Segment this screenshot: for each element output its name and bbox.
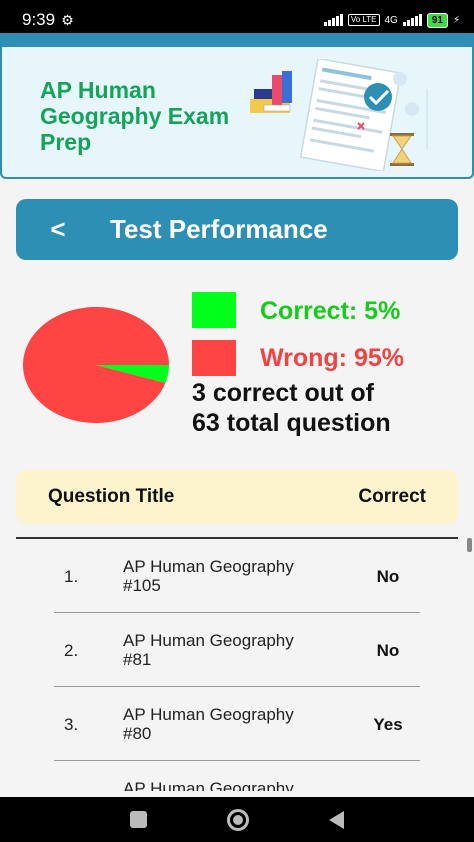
page-title: Test Performance — [110, 214, 328, 244]
app-top-strip — [0, 33, 474, 47]
volte-badge: Vo LTE — [347, 14, 380, 26]
gear-icon: ⚙ — [61, 11, 74, 28]
exam-illustration-icon — [250, 59, 428, 171]
table-row[interactable]: 3. AP Human Geography #80 Yes — [0, 687, 474, 761]
legend-swatch-wrong — [192, 340, 236, 376]
banner-title: AP Human Geography Exam Prep — [40, 77, 230, 155]
pie-slice-wrong — [22, 307, 169, 423]
row-number: 2. — [64, 641, 79, 660]
row-number: 1. — [64, 567, 79, 586]
scrollbar-thumb[interactable] — [467, 538, 472, 552]
legend-correct: Correct: 5% — [260, 297, 401, 325]
row-correct-value: No — [376, 641, 400, 660]
column-correct: Correct — [358, 486, 426, 507]
test-performance-header: < Test Performance — [16, 199, 458, 260]
table-row[interactable]: AP Human Geography — [0, 761, 474, 791]
recents-icon[interactable] — [130, 811, 147, 828]
row-number: 3. — [64, 715, 79, 734]
column-question-title: Question Title — [48, 486, 175, 507]
charging-icon: ⚡ — [452, 14, 460, 26]
status-icons: Vo LTE 4G 91 ⚡ — [323, 12, 460, 28]
app-banner: AP Human Geography Exam Prep — [0, 47, 474, 179]
row-question-title: AP Human Geography — [123, 779, 294, 791]
score-summary-line2: 63 total question — [192, 409, 391, 437]
network-type: 4G — [384, 14, 398, 26]
table-row[interactable]: 2. AP Human Geography #81 No — [0, 613, 474, 687]
system-nav-bar — [0, 797, 474, 842]
row-correct-value: No — [376, 567, 400, 586]
performance-pie-chart — [22, 307, 169, 423]
back-triangle-icon[interactable] — [329, 810, 344, 829]
legend-wrong: Wrong: 95% — [260, 344, 404, 372]
chevron-left-icon[interactable]: < — [30, 214, 86, 245]
status-time: 9:39 — [22, 10, 56, 29]
legend-swatch-correct — [192, 292, 236, 328]
results-list[interactable]: 1. AP Human Geography #105 No 2. AP Human… — [0, 539, 474, 791]
table-row[interactable]: 1. AP Human Geography #105 No — [0, 539, 474, 613]
results-table-header: Question Title Correct — [16, 470, 458, 524]
row-correct-value: Yes — [373, 715, 403, 734]
home-icon[interactable] — [227, 808, 249, 831]
score-summary-line1: 3 correct out of — [192, 379, 374, 407]
row-question-title: AP Human Geography #105 — [123, 557, 294, 595]
score-summary: 3 correct out of 63 total question — [192, 378, 462, 438]
battery-icon: 91 — [426, 12, 448, 28]
row-question-title: AP Human Geography #81 — [123, 631, 294, 669]
signal-icon — [323, 14, 343, 26]
signal-icon-2 — [402, 14, 422, 26]
row-question-title: AP Human Geography #80 — [123, 705, 294, 743]
